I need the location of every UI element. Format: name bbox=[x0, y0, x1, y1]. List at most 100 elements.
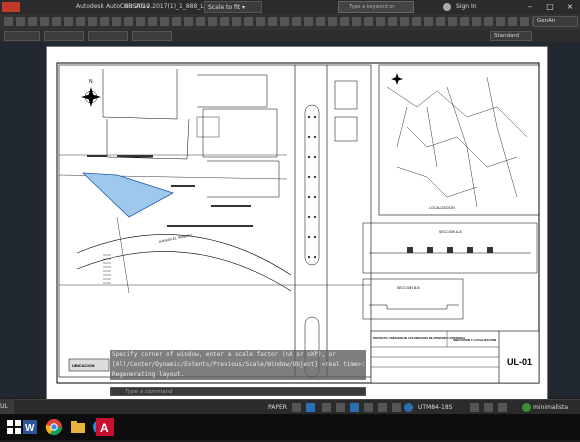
ribbon-tool-icon[interactable] bbox=[88, 17, 97, 26]
ribbon-tool-icon[interactable] bbox=[148, 17, 157, 26]
color-dropdown[interactable] bbox=[44, 31, 84, 41]
minimize-button[interactable]: – bbox=[520, 0, 540, 14]
highlighted-parcel bbox=[81, 172, 175, 218]
ribbon-tool-icon[interactable] bbox=[76, 17, 85, 26]
command-line-2: [All/Center/Dynamic/Extents/Previous/Sca… bbox=[110, 360, 366, 370]
title-bar: Autodesk AutoCAD 2019 URSAS-2.2017(1)_1_… bbox=[0, 0, 580, 21]
layout-tab[interactable]: UL bbox=[0, 399, 14, 414]
svg-text:SECCION B-B: SECCION B-B bbox=[397, 286, 420, 290]
ribbon-tool-icon[interactable] bbox=[268, 17, 277, 26]
ribbon-tool-icon[interactable] bbox=[64, 17, 73, 26]
workspace-icon[interactable] bbox=[498, 403, 507, 412]
svg-text:A: A bbox=[100, 421, 109, 435]
location-map-streets bbox=[386, 76, 528, 208]
svg-text:LOCALIZACION: LOCALIZACION bbox=[429, 206, 455, 210]
ribbon-tool-icon[interactable] bbox=[496, 17, 505, 26]
user-icon[interactable] bbox=[443, 3, 451, 11]
ribbon-tool-icon[interactable] bbox=[124, 17, 133, 26]
maximize-button[interactable]: □ bbox=[540, 0, 560, 14]
north-label: N bbox=[89, 79, 93, 85]
ribbon-tool-icon[interactable] bbox=[136, 17, 145, 26]
ribbon-tool-icon[interactable] bbox=[52, 17, 61, 26]
ribbon-tool-icon[interactable] bbox=[4, 17, 13, 26]
ribbon-tool-icon[interactable] bbox=[232, 17, 241, 26]
ribbon-tool-icon[interactable] bbox=[400, 17, 409, 26]
ribbon-tool-icon[interactable] bbox=[424, 17, 433, 26]
ribbon-tool-icon[interactable] bbox=[520, 17, 529, 26]
sign-in-link[interactable]: Sign In bbox=[456, 3, 477, 10]
ribbon-tool-icon[interactable] bbox=[184, 17, 193, 26]
style-name[interactable]: minimalista bbox=[533, 404, 568, 411]
lineweight-dropdown[interactable] bbox=[132, 31, 172, 41]
ribbon-tool-icon[interactable] bbox=[112, 17, 121, 26]
ribbon-tool-icon[interactable] bbox=[220, 17, 229, 26]
ribbon-tool-icon[interactable] bbox=[340, 17, 349, 26]
geo-icon[interactable] bbox=[404, 403, 413, 412]
map-frame bbox=[58, 64, 372, 378]
search-input[interactable]: Type a keyword or phrase bbox=[338, 1, 414, 21]
ribbon-tool-icon[interactable] bbox=[460, 17, 469, 26]
ribbon-tool-icon[interactable] bbox=[208, 17, 217, 26]
ribbon-tool-icon[interactable] bbox=[508, 17, 517, 26]
ribbon-tool-icon[interactable] bbox=[304, 17, 313, 26]
road-bollards bbox=[308, 116, 316, 258]
ribbon-tool-icon[interactable] bbox=[160, 17, 169, 26]
ribbon-tool-icon[interactable] bbox=[100, 17, 109, 26]
ribbon-toolbar: GenAn bbox=[0, 14, 580, 31]
svg-text:W: W bbox=[25, 423, 35, 434]
ribbon-tool-icon[interactable] bbox=[328, 17, 337, 26]
snap-icon[interactable] bbox=[306, 403, 315, 412]
ribbon-tool-icon[interactable] bbox=[28, 17, 37, 26]
paper-space-toggle[interactable]: PAPER bbox=[268, 404, 287, 411]
word-icon[interactable]: W bbox=[20, 417, 40, 437]
polar-icon[interactable] bbox=[336, 403, 345, 412]
autocad-taskbar-icon[interactable]: A bbox=[94, 416, 116, 438]
file-explorer-icon[interactable] bbox=[68, 417, 88, 437]
svg-text:SECCION A-A: SECCION A-A bbox=[439, 230, 462, 234]
ribbon-tool-icon[interactable] bbox=[40, 17, 49, 26]
annotation-icon[interactable] bbox=[484, 403, 493, 412]
grid-icon[interactable] bbox=[292, 403, 301, 412]
ribbon-tool-icon[interactable] bbox=[316, 17, 325, 26]
coordinate-system[interactable]: UTM84-18S bbox=[418, 404, 452, 411]
ribbon-tool-icon[interactable] bbox=[196, 17, 205, 26]
drawing-svg: N AVENIDA EL TRABAJO UBICACION LOCALIZAC… bbox=[56, 62, 540, 384]
command-input[interactable]: Type a command bbox=[110, 387, 366, 396]
ribbon-tool-icon[interactable] bbox=[484, 17, 493, 26]
ribbon-tool-icon[interactable] bbox=[280, 17, 289, 26]
lineweight-icon[interactable] bbox=[378, 403, 387, 412]
settings-icon[interactable] bbox=[470, 403, 479, 412]
app-menu-icon[interactable] bbox=[2, 2, 20, 12]
ribbon-tool-icon[interactable] bbox=[352, 17, 361, 26]
compass-icon bbox=[391, 73, 403, 85]
transparency-icon[interactable] bbox=[392, 403, 401, 412]
ribbon-tool-icon[interactable] bbox=[436, 17, 445, 26]
ribbon-tool-icon[interactable] bbox=[412, 17, 421, 26]
ribbon-tool-icon[interactable] bbox=[448, 17, 457, 26]
windows-taskbar: W A bbox=[0, 414, 580, 440]
location-map-frame bbox=[378, 64, 540, 216]
ribbon-tool-icon[interactable] bbox=[388, 17, 397, 26]
status-bar: PAPER UTM84-18S minimalista bbox=[0, 399, 580, 415]
linetype-dropdown[interactable] bbox=[88, 31, 128, 41]
ribbon-tool-icon[interactable] bbox=[256, 17, 265, 26]
ribbon-tool-icon[interactable] bbox=[472, 17, 481, 26]
ribbon-tool-icon[interactable] bbox=[16, 17, 25, 26]
ribbon-tool-icon[interactable] bbox=[376, 17, 385, 26]
north-arrow-icon bbox=[81, 87, 101, 107]
osnap-icon[interactable] bbox=[350, 403, 359, 412]
ribbon-tool-icon[interactable] bbox=[292, 17, 301, 26]
workspace-dropdown[interactable]: GenAn bbox=[533, 16, 578, 27]
style-dropdown[interactable]: Standard bbox=[490, 31, 532, 41]
ortho-icon[interactable] bbox=[322, 403, 331, 412]
scale-dropdown[interactable]: Scale to fit ▾ bbox=[204, 1, 262, 13]
user-status-icon[interactable] bbox=[522, 403, 531, 412]
ribbon-tool-icon[interactable] bbox=[244, 17, 253, 26]
layout-sheet[interactable]: N AVENIDA EL TRABAJO UBICACION LOCALIZAC… bbox=[46, 46, 548, 401]
layer-dropdown[interactable] bbox=[4, 31, 40, 41]
ribbon-tool-icon[interactable] bbox=[364, 17, 373, 26]
otrack-icon[interactable] bbox=[364, 403, 373, 412]
close-button[interactable]: × bbox=[560, 0, 580, 14]
chrome-icon[interactable] bbox=[44, 417, 64, 437]
ribbon-tool-icon[interactable] bbox=[172, 17, 181, 26]
